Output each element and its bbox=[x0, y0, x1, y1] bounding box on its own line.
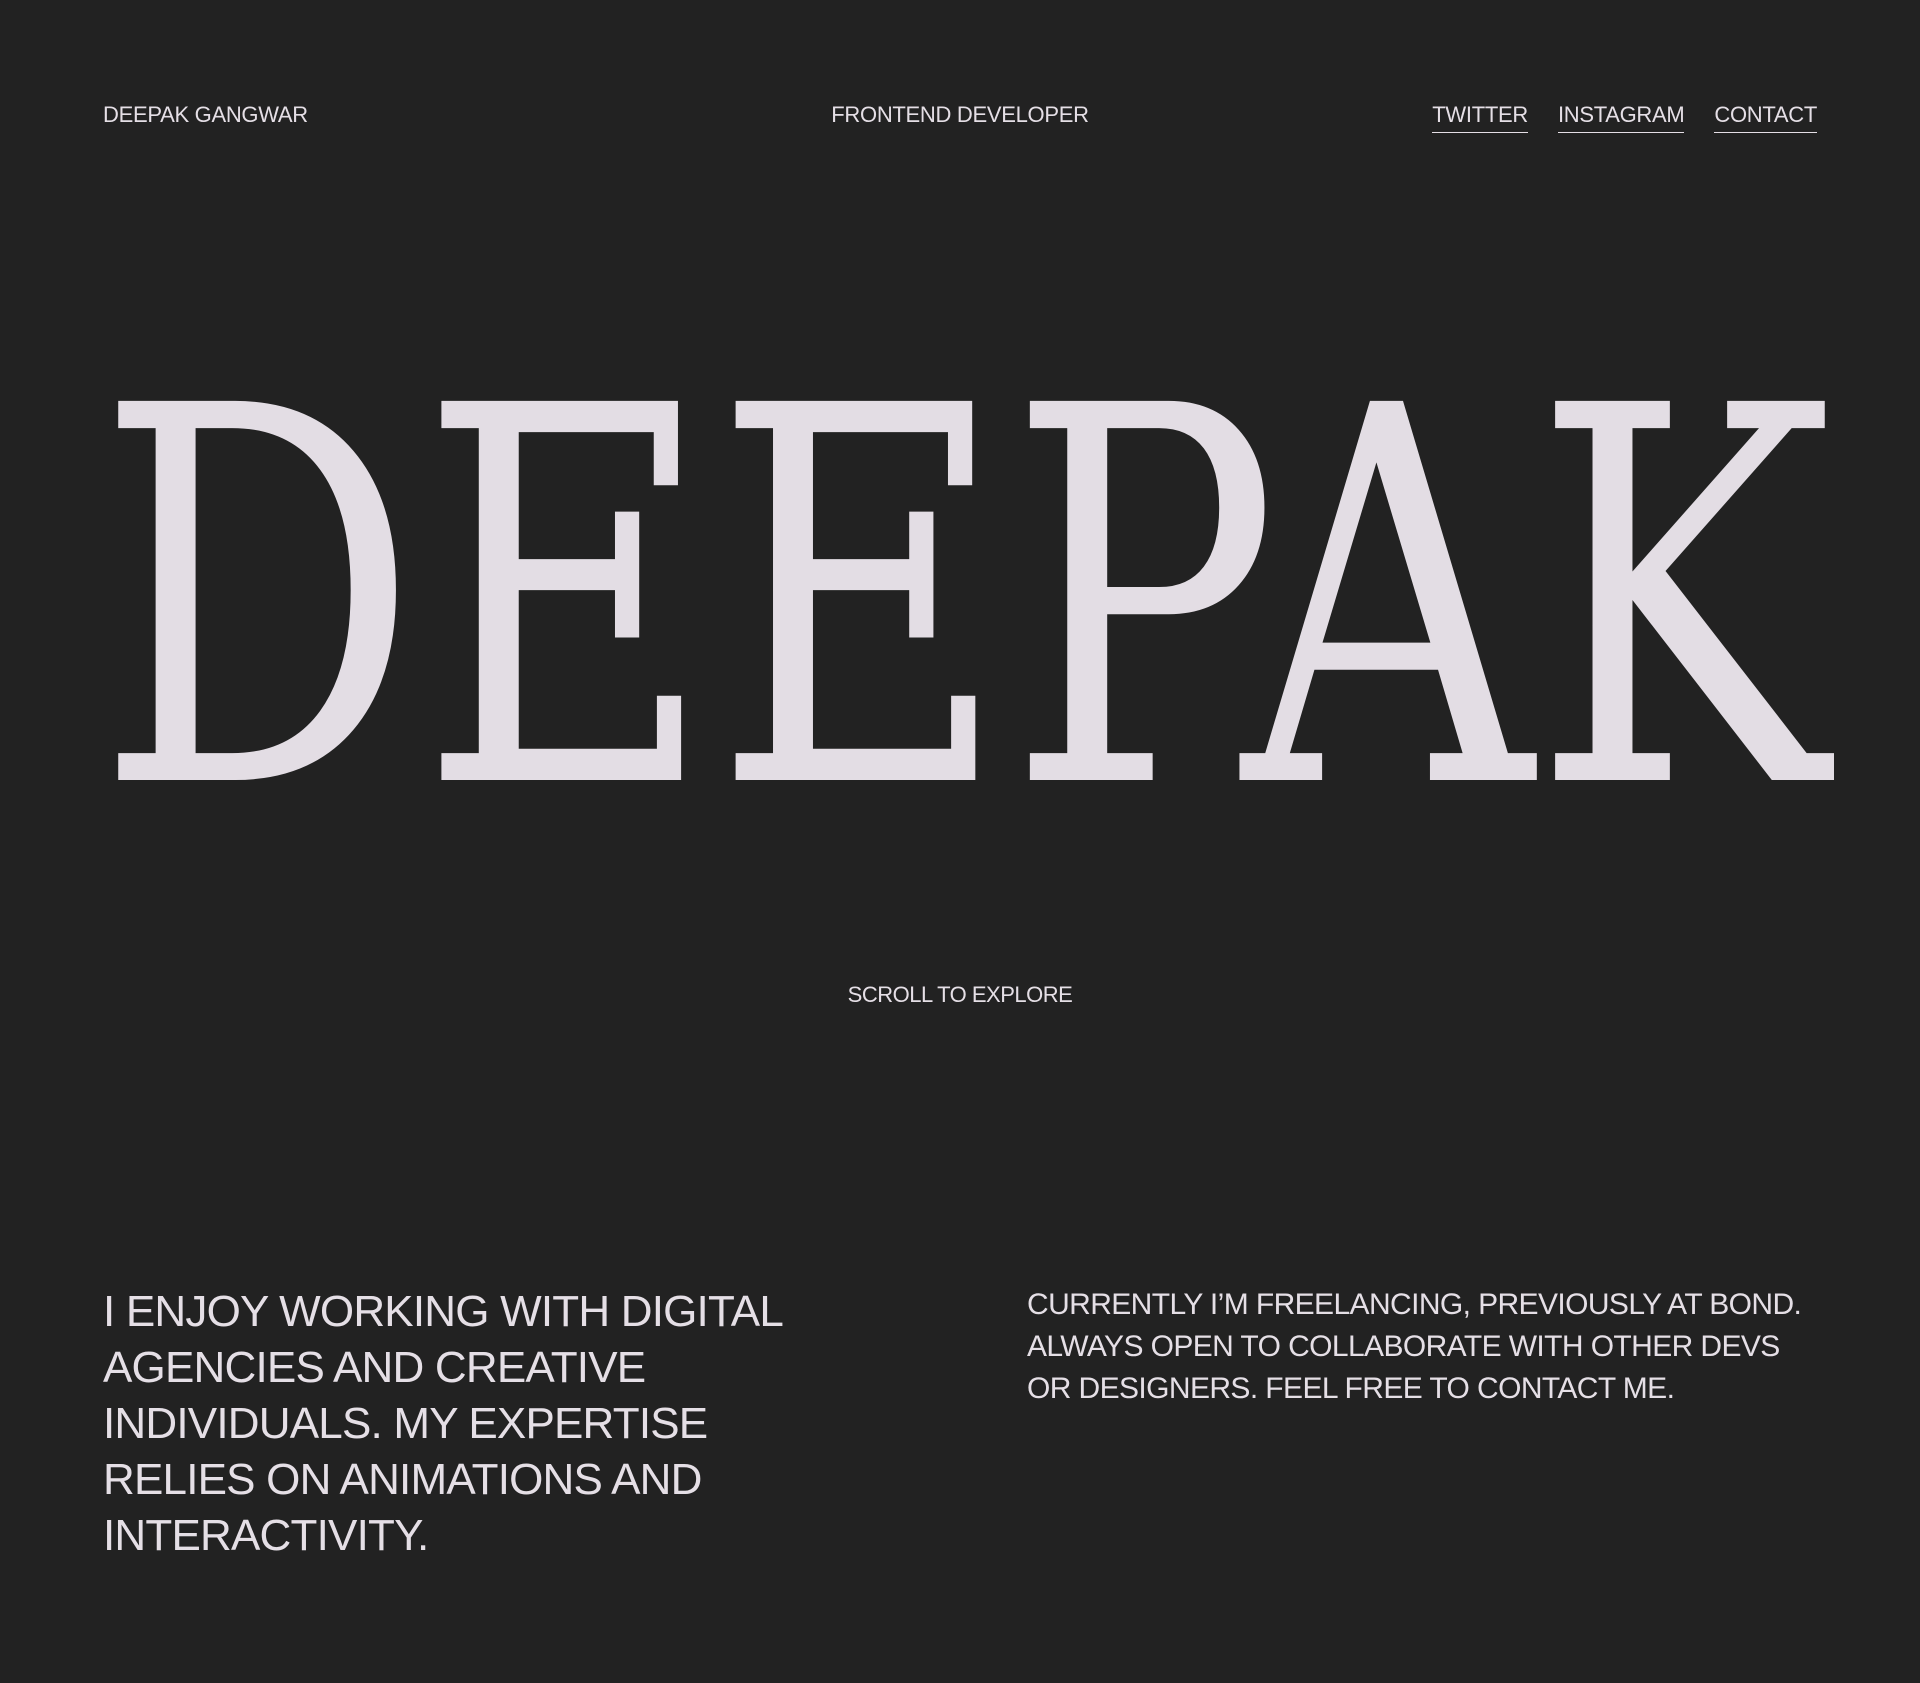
top-nav: TWITTER INSTAGRAM CONTACT bbox=[1432, 102, 1817, 133]
hero-title: DEEPAK bbox=[96, 380, 1834, 790]
hero-title-svg: DEEPAK bbox=[96, 380, 1834, 790]
about-status-text: CURRENTLY I’M FREELANCING, PREVIOUSLY AT… bbox=[1027, 1288, 1802, 1405]
nav-link-instagram[interactable]: INSTAGRAM bbox=[1557, 102, 1685, 133]
hero-title-text: DEEPAK bbox=[96, 380, 1834, 790]
nav-link-contact[interactable]: CONTACT bbox=[1714, 102, 1817, 133]
about-intro-text: I ENJOY WORKING WITH DIGITAL AGENCIES AN… bbox=[103, 1287, 782, 1560]
nav-link-twitter[interactable]: TWITTER bbox=[1432, 102, 1528, 133]
site-header: DEEPAK GANGWAR FRONTEND DEVELOPER TWITTE… bbox=[0, 100, 1920, 140]
scroll-hint: SCROLL TO EXPLORE bbox=[847, 982, 1073, 1007]
